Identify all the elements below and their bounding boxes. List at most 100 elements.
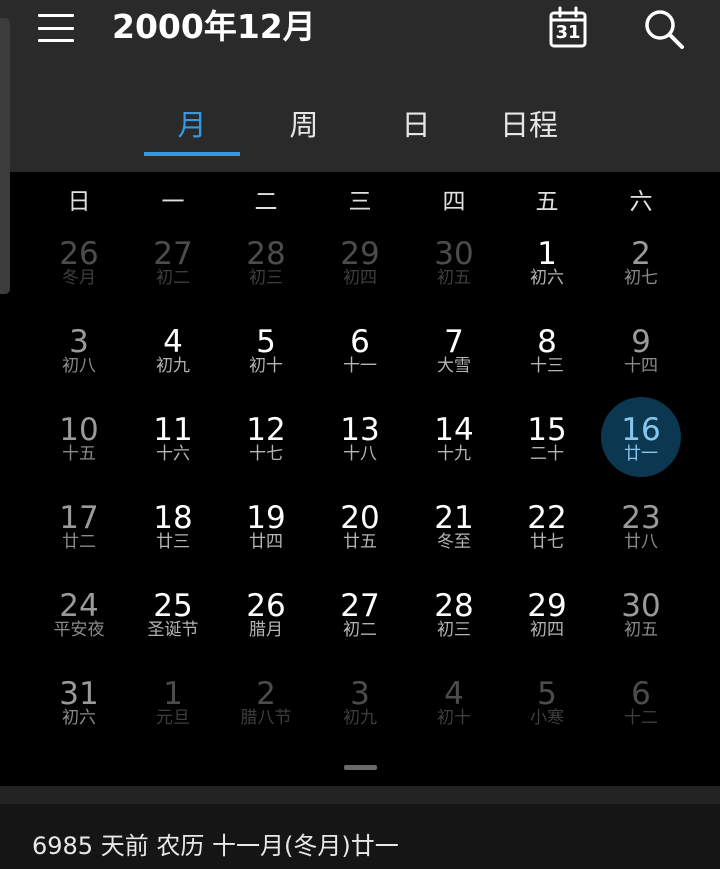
calendar-day[interactable]: 29 初四: [500, 588, 594, 676]
calendar-day[interactable]: 2 初七: [594, 236, 688, 324]
calendar-day[interactable]: 25 圣诞节: [126, 588, 220, 676]
day-number: 24: [59, 588, 99, 624]
lunar-date: 初六: [530, 268, 564, 288]
scroll-indicator[interactable]: [0, 18, 10, 294]
tab-week[interactable]: 周: [256, 103, 352, 147]
lunar-date: 初九: [343, 708, 377, 728]
day-number: 1: [537, 236, 557, 272]
calendar-day[interactable]: 5 小寒: [500, 676, 594, 764]
calendar-day[interactable]: 8 十三: [500, 324, 594, 412]
day-number: 10: [59, 412, 99, 448]
calendar-day[interactable]: 12 十七: [219, 412, 313, 500]
calendar-day[interactable]: 20 廿五: [313, 500, 407, 588]
calendar-day[interactable]: 5 初十: [219, 324, 313, 412]
lunar-date: 廿一: [624, 444, 658, 464]
calendar-day[interactable]: 7 大雪: [407, 324, 501, 412]
calendar-day[interactable]: 6 十二: [594, 676, 688, 764]
weekday-label: 二: [254, 189, 278, 215]
tab-day[interactable]: 日: [368, 103, 464, 147]
day-number: 6: [350, 324, 370, 360]
day-number: 15: [527, 412, 567, 448]
day-number: 30: [621, 588, 661, 624]
weekday-label: 六: [629, 189, 653, 215]
day-number: 4: [444, 676, 464, 712]
lunar-date: 圣诞节: [147, 620, 199, 640]
day-number: 26: [59, 236, 99, 272]
calendar-day[interactable]: 24 平安夜: [32, 588, 126, 676]
page-title[interactable]: 2000年12月: [112, 5, 316, 49]
day-number: 29: [340, 236, 380, 272]
lunar-date: 十一: [343, 356, 377, 376]
search-icon[interactable]: [643, 8, 685, 50]
calendar-day[interactable]: 27 初二: [126, 236, 220, 324]
calendar-day[interactable]: 11 十六: [126, 412, 220, 500]
day-number: 8: [537, 324, 557, 360]
lunar-date: 小寒: [530, 708, 564, 728]
calendar-today-icon[interactable]: 31: [549, 6, 587, 48]
calendar-day[interactable]: 14 十九: [407, 412, 501, 500]
lunar-date: 平安夜: [53, 620, 105, 640]
calendar-day[interactable]: 3 初九: [313, 676, 407, 764]
tab-schedule[interactable]: 日程: [480, 103, 578, 147]
calendar-day[interactable]: 19 廿四: [219, 500, 313, 588]
day-number: 1: [163, 676, 183, 712]
calendar-day[interactable]: 1 元旦: [126, 676, 220, 764]
lunar-date: 初五: [624, 620, 658, 640]
lunar-date: 初五: [437, 268, 471, 288]
day-number: 28: [434, 588, 474, 624]
day-number: 12: [246, 412, 286, 448]
calendar-day[interactable]: 26 冬月: [32, 236, 126, 324]
calendar-day[interactable]: 30 初五: [594, 588, 688, 676]
calendar-day-today[interactable]: 16 廿一: [594, 412, 688, 500]
lunar-date: 元旦: [156, 708, 190, 728]
calendar-day[interactable]: 28 初三: [407, 588, 501, 676]
lunar-date: 冬月: [62, 268, 96, 288]
day-number: 16: [621, 412, 661, 448]
calendar-day[interactable]: 10 十五: [32, 412, 126, 500]
calendar-day[interactable]: 6 十一: [313, 324, 407, 412]
tab-month[interactable]: 月: [144, 103, 240, 147]
calendar-day[interactable]: 23 廿八: [594, 500, 688, 588]
calendar-day[interactable]: 27 初二: [313, 588, 407, 676]
calendar-day[interactable]: 21 冬至: [407, 500, 501, 588]
day-number: 2: [256, 676, 276, 712]
calendar-day[interactable]: 22 廿七: [500, 500, 594, 588]
calendar-day[interactable]: 13 十八: [313, 412, 407, 500]
calendar-day[interactable]: 2 腊八节: [219, 676, 313, 764]
day-number: 30: [434, 236, 474, 272]
day-number: 3: [350, 676, 370, 712]
lunar-date: 初二: [156, 268, 190, 288]
calendar-day[interactable]: 31 初六: [32, 676, 126, 764]
day-number: 2: [631, 236, 651, 272]
calendar-day[interactable]: 29 初四: [313, 236, 407, 324]
calendar-day[interactable]: 26 腊月: [219, 588, 313, 676]
calendar-day[interactable]: 30 初五: [407, 236, 501, 324]
calendar-day[interactable]: 28 初三: [219, 236, 313, 324]
lunar-date: 廿三: [156, 532, 190, 552]
day-number: 13: [340, 412, 380, 448]
lunar-date: 初三: [249, 268, 283, 288]
day-number: 5: [256, 324, 276, 360]
drag-handle[interactable]: [344, 765, 377, 770]
calendar-day[interactable]: 15 二十: [500, 412, 594, 500]
lunar-date: 十七: [249, 444, 283, 464]
calendar-day[interactable]: 3 初八: [32, 324, 126, 412]
day-number: 27: [340, 588, 380, 624]
day-number: 25: [153, 588, 193, 624]
lunar-date: 初四: [343, 268, 377, 288]
calendar-day[interactable]: 4 初十: [407, 676, 501, 764]
calendar-day[interactable]: 17 廿二: [32, 500, 126, 588]
calendar-day[interactable]: 9 十四: [594, 324, 688, 412]
hamburger-menu-icon[interactable]: [38, 14, 74, 42]
lunar-date: 初八: [62, 356, 96, 376]
calendar-day[interactable]: 18 廿三: [126, 500, 220, 588]
day-number: 17: [59, 500, 99, 536]
weekday-label: 日: [67, 189, 91, 215]
day-number: 4: [163, 324, 183, 360]
lunar-date: 冬至: [437, 532, 471, 552]
calendar-day[interactable]: 4 初九: [126, 324, 220, 412]
calendar-day[interactable]: 1 初六: [500, 236, 594, 324]
lunar-date: 腊八节: [240, 708, 292, 728]
weekday-label: 四: [442, 189, 466, 215]
day-number: 31: [59, 676, 99, 712]
